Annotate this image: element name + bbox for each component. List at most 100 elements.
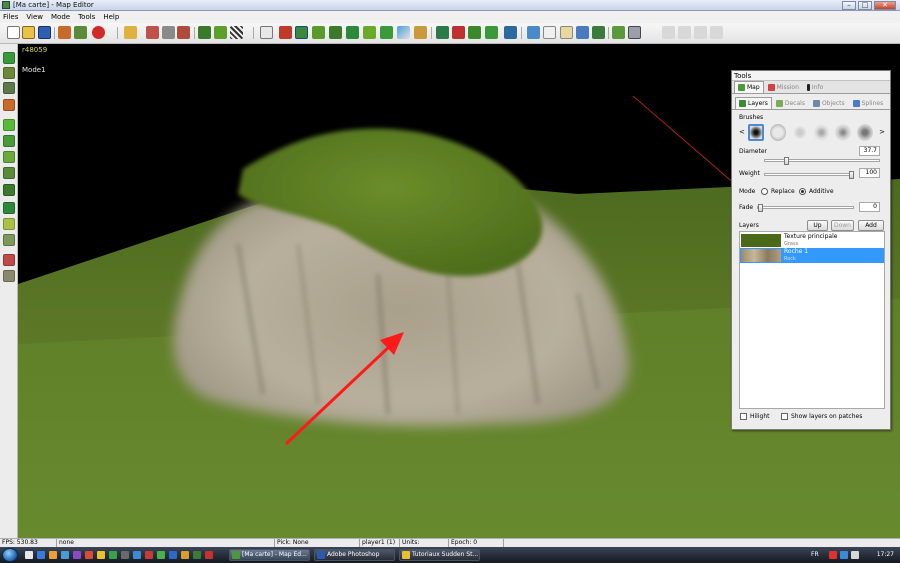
unit-icon[interactable]: [414, 26, 427, 39]
app-icon[interactable]: [133, 551, 141, 559]
network-icon[interactable]: [840, 551, 848, 559]
task-photoshop[interactable]: Adobe Photoshop: [314, 549, 395, 561]
show-desktop-icon[interactable]: [25, 551, 33, 559]
triggers-icon[interactable]: [527, 26, 540, 39]
checker-icon[interactable]: [230, 26, 243, 39]
disabled-tool-icon[interactable]: [662, 26, 675, 39]
export-icon[interactable]: [58, 26, 71, 39]
smooth-tool-icon[interactable]: [3, 151, 15, 163]
blend-tool-icon[interactable]: [3, 234, 15, 246]
disabled-tool-icon[interactable]: [710, 26, 723, 39]
doodad-icon[interactable]: [380, 26, 393, 39]
brush-next-button[interactable]: >: [879, 128, 885, 136]
layer-down-button[interactable]: Down: [831, 220, 854, 231]
task-tutorials[interactable]: Tutoriaux Sudden St...: [399, 549, 480, 561]
brush-soft-round[interactable]: [747, 123, 764, 141]
diameter-slider[interactable]: [764, 157, 880, 165]
mode-replace-radio[interactable]: [761, 188, 768, 195]
terrain-icon[interactable]: [74, 26, 87, 39]
diameter-value[interactable]: 37.7: [859, 146, 880, 156]
text-icon[interactable]: [560, 26, 573, 39]
noise-tool-icon[interactable]: [3, 184, 15, 196]
fade-value[interactable]: 0: [859, 202, 880, 212]
app-icon[interactable]: [97, 551, 105, 559]
app-icon[interactable]: [205, 551, 213, 559]
app-icon[interactable]: [145, 551, 153, 559]
camera-icon[interactable]: [214, 26, 227, 39]
start-button[interactable]: [2, 548, 18, 562]
grid-icon[interactable]: [198, 26, 211, 39]
preview-icon[interactable]: [612, 26, 625, 39]
tab-mission[interactable]: Mission: [764, 81, 803, 93]
weight-slider-thumb[interactable]: [849, 171, 854, 179]
app-icon[interactable]: [169, 551, 177, 559]
language-indicator[interactable]: FR: [811, 551, 819, 558]
fade-slider[interactable]: [757, 204, 854, 212]
mode-additive-radio[interactable]: [799, 188, 806, 195]
brush-prev-button[interactable]: <: [739, 128, 745, 136]
texture-tool-icon[interactable]: [3, 135, 15, 147]
layer-add-button[interactable]: Add: [858, 220, 884, 231]
paste-icon[interactable]: [177, 26, 190, 39]
task-map-editor[interactable]: [Ma carte] - Map Ed...: [229, 549, 310, 561]
road-icon[interactable]: [363, 26, 376, 39]
antivirus-icon[interactable]: [829, 551, 837, 559]
cliff-icon[interactable]: [346, 26, 359, 39]
maximize-button[interactable]: □: [858, 1, 872, 10]
water-icon[interactable]: [397, 26, 410, 39]
settings-icon[interactable]: [628, 26, 641, 39]
raise-terrain-icon[interactable]: [279, 26, 292, 39]
menu-help[interactable]: Help: [103, 13, 119, 21]
brush-noise[interactable]: [813, 123, 830, 141]
road-tool-icon[interactable]: [3, 82, 15, 94]
sound-icon[interactable]: [504, 26, 517, 39]
list-item[interactable]: Roche 1 Rock: [740, 248, 884, 263]
camera-object-icon[interactable]: [468, 26, 481, 39]
subtab-objects[interactable]: Objects: [809, 97, 849, 109]
import-icon[interactable]: [576, 26, 589, 39]
height-tool-icon[interactable]: [3, 99, 15, 111]
explorer-icon[interactable]: [49, 551, 57, 559]
disabled-tool-icon[interactable]: [694, 26, 707, 39]
smooth-icon[interactable]: [312, 26, 325, 39]
tab-info[interactable]: Info: [803, 81, 827, 93]
search-icon[interactable]: [146, 26, 159, 39]
water-tool-icon[interactable]: [3, 202, 15, 214]
list-item[interactable]: Texture principale Grass: [740, 233, 884, 248]
select-arrow-icon[interactable]: [260, 26, 273, 39]
flatten-tool-icon[interactable]: [3, 167, 15, 179]
brush-rocky[interactable]: [857, 123, 874, 141]
layer-up-button[interactable]: Up: [807, 220, 828, 231]
app-icon[interactable]: [193, 551, 201, 559]
menu-tools[interactable]: Tools: [78, 13, 95, 21]
ramp-tool-icon[interactable]: [3, 218, 15, 230]
menu-files[interactable]: Files: [3, 13, 18, 21]
unit-tool-icon[interactable]: [3, 270, 15, 282]
menu-view[interactable]: View: [26, 13, 43, 21]
subtab-splines[interactable]: Splines: [849, 97, 888, 109]
diameter-slider-thumb[interactable]: [784, 157, 789, 165]
app-icon[interactable]: [109, 551, 117, 559]
test-map-icon[interactable]: [92, 26, 105, 39]
open-folder-icon[interactable]: [22, 26, 35, 39]
app-icon[interactable]: [181, 551, 189, 559]
flatten-icon[interactable]: [329, 26, 342, 39]
path-icon[interactable]: [485, 26, 498, 39]
new-file-icon[interactable]: [7, 26, 20, 39]
volume-icon[interactable]: [851, 551, 859, 559]
doodad-tool-icon[interactable]: [3, 254, 15, 266]
brush-ring[interactable]: [769, 123, 786, 141]
terrain-tool-icon[interactable]: [3, 52, 15, 64]
minimize-button[interactable]: –: [842, 1, 856, 10]
fade-slider-thumb[interactable]: [758, 204, 763, 212]
cliff-tool-icon[interactable]: [3, 67, 15, 79]
cut-icon[interactable]: [162, 26, 175, 39]
save-icon[interactable]: [38, 26, 51, 39]
brush-rough[interactable]: [835, 123, 852, 141]
weight-slider[interactable]: [764, 171, 854, 179]
undo-icon[interactable]: [124, 26, 137, 39]
app-icon[interactable]: [121, 551, 129, 559]
close-button[interactable]: ✕: [874, 1, 896, 10]
disabled-tool-icon[interactable]: [678, 26, 691, 39]
paint-layer-icon[interactable]: [295, 26, 308, 39]
